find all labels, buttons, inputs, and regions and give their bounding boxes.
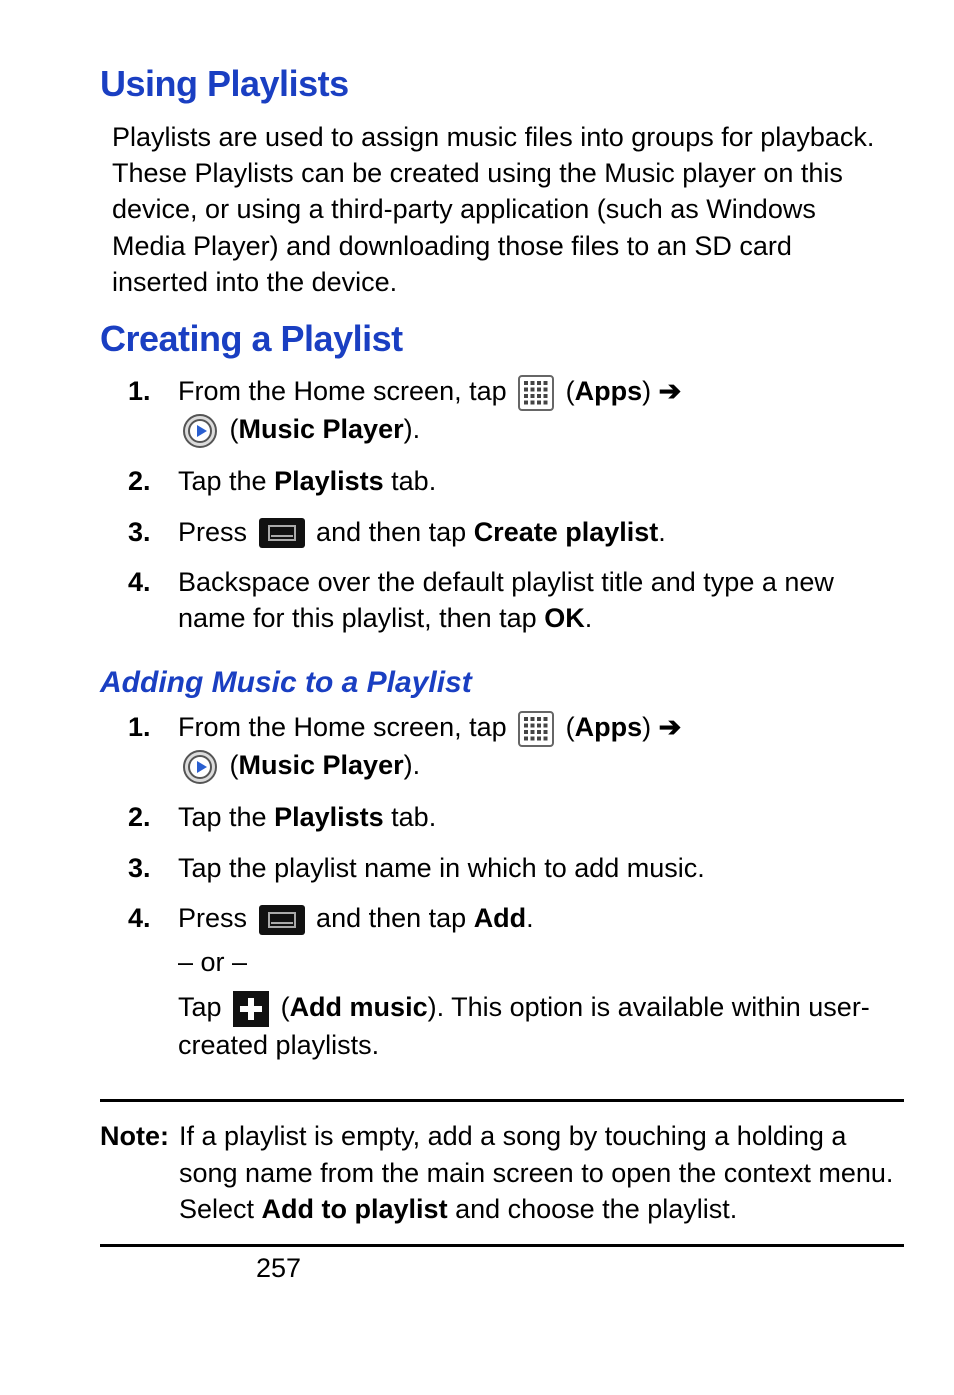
add-label: Add	[474, 903, 526, 933]
text: (	[230, 750, 239, 780]
text: From the Home screen, tap	[178, 712, 514, 742]
step-number: 4.	[128, 900, 178, 1071]
heading-using-playlists: Using Playlists	[100, 60, 904, 109]
playlists-label: Playlists	[274, 802, 384, 832]
step-content: Tap the Playlists tab.	[178, 799, 904, 843]
text: )	[642, 376, 659, 406]
apps-grid-icon	[518, 711, 554, 747]
text: tab.	[384, 466, 437, 496]
add-to-playlist-label: Add to playlist	[262, 1194, 448, 1224]
text: (	[566, 376, 575, 406]
step-content: From the Home screen, tap (Apps) ➔ (Musi…	[178, 709, 904, 793]
text: Tap the	[178, 466, 274, 496]
playlists-label: Playlists	[274, 466, 384, 496]
step-number: 2.	[128, 799, 178, 843]
text: .	[585, 603, 593, 633]
plus-icon	[233, 991, 269, 1027]
step-content: Press and then tap Add. – or – Tap (Add …	[178, 900, 904, 1071]
text: Press	[178, 903, 255, 933]
step-number: 3.	[128, 850, 178, 894]
apps-grid-icon	[518, 375, 554, 411]
music-player-label: Music Player	[239, 750, 404, 780]
add-music-steps: 1. From the Home screen, tap (Apps) ➔ (M…	[128, 709, 904, 1071]
arrow-icon: ➔	[659, 376, 682, 406]
intro-paragraph: Playlists are used to assign music files…	[112, 119, 892, 301]
text: Tap	[178, 992, 229, 1022]
text: Tap the	[178, 802, 274, 832]
page: { "headings": { "using_playlists": "Usin…	[100, 60, 904, 1355]
step-number: 1.	[128, 373, 178, 457]
music-player-label: Music Player	[239, 414, 404, 444]
add-music-label: Add music	[290, 992, 428, 1022]
step-content: From the Home screen, tap (Apps) ➔ (Musi…	[178, 373, 904, 457]
heading-creating-playlist: Creating a Playlist	[100, 315, 904, 364]
music-player-icon	[182, 749, 218, 785]
apps-label: Apps	[575, 376, 643, 406]
text: Backspace over the default playlist titl…	[178, 567, 834, 633]
text: tab.	[384, 802, 437, 832]
text: Press	[178, 517, 255, 547]
step-content: Backspace over the default playlist titl…	[178, 564, 904, 645]
menu-button-icon	[259, 518, 305, 548]
step-content: Tap the Playlists tab.	[178, 463, 904, 507]
text: .	[658, 517, 666, 547]
note-block: Note: If a playlist is empty, add a song…	[100, 1099, 904, 1246]
text: and then tap	[316, 517, 474, 547]
create-playlist-label: Create playlist	[474, 517, 659, 547]
note-text: If a playlist is empty, add a song by to…	[175, 1118, 904, 1227]
text: and choose the playlist.	[448, 1194, 738, 1224]
step-content: Tap the playlist name in which to add mu…	[178, 850, 904, 894]
step-number: 3.	[128, 514, 178, 558]
text: (	[566, 712, 575, 742]
text: and then tap	[316, 903, 474, 933]
arrow-icon: ➔	[659, 712, 682, 742]
step-number: 2.	[128, 463, 178, 507]
or-separator: – or –	[178, 944, 904, 980]
music-player-icon	[182, 413, 218, 449]
create-playlist-steps: 1. From the Home screen, tap (Apps) ➔ (M…	[128, 373, 904, 645]
text: Tap the playlist name in which to add mu…	[178, 850, 904, 886]
text: ).	[404, 414, 421, 444]
page-number: 257	[256, 1250, 301, 1286]
text: (	[230, 414, 239, 444]
menu-button-icon	[259, 905, 305, 935]
text: (	[281, 992, 290, 1022]
text: ).	[404, 750, 421, 780]
ok-label: OK	[544, 603, 585, 633]
note-label: Note:	[100, 1118, 169, 1227]
text: .	[526, 903, 534, 933]
step-number: 4.	[128, 564, 178, 645]
text: From the Home screen, tap	[178, 376, 514, 406]
step-content: Press and then tap Create playlist.	[178, 514, 904, 558]
heading-adding-music: Adding Music to a Playlist	[100, 663, 904, 704]
text: )	[642, 712, 659, 742]
apps-label: Apps	[575, 712, 643, 742]
step-number: 1.	[128, 709, 178, 793]
